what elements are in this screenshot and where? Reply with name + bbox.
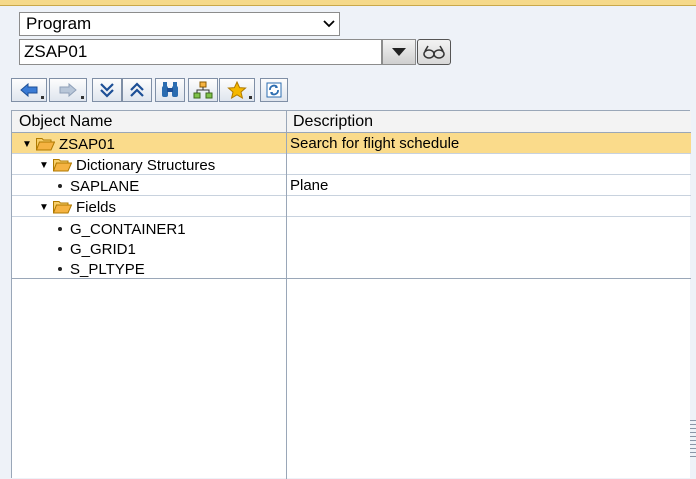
tree-row[interactable]: S_PLTYPE <box>12 258 691 279</box>
leaf-bullet-icon <box>58 227 62 231</box>
expand-triangle-icon[interactable]: ▼ <box>22 139 32 150</box>
leaf-bullet-icon <box>58 184 62 188</box>
tree-row-name: Dictionary Structures <box>76 156 216 174</box>
open-folder-icon <box>36 138 55 151</box>
expand-triangle-icon[interactable]: ▼ <box>39 202 49 213</box>
tree-row-description: Plane <box>290 177 329 194</box>
resize-grip[interactable] <box>690 420 696 460</box>
find-button[interactable] <box>155 78 185 102</box>
object-name-dropdown-button[interactable] <box>382 39 416 65</box>
tree-row[interactable]: G_CONTAINER1 <box>12 218 691 239</box>
tree-row[interactable]: G_GRID1 <box>12 238 691 259</box>
object-type-value: Program <box>26 14 92 33</box>
open-folder-icon <box>53 159 72 172</box>
collapse-subtree-button[interactable] <box>122 78 152 102</box>
leaf-bullet-icon <box>58 247 62 251</box>
tree-row[interactable]: ▼ Dictionary Structures <box>12 154 691 175</box>
leaf-bullet-icon <box>58 267 62 271</box>
column-header-description[interactable]: Description <box>293 113 373 131</box>
tree-row[interactable]: ▼ Fields <box>12 196 691 217</box>
back-button[interactable] <box>11 78 47 102</box>
column-header-object-name[interactable]: Object Name <box>19 113 112 131</box>
top-strip <box>0 0 696 6</box>
chevron-down-icon <box>319 17 339 31</box>
binoculars-icon <box>162 82 178 97</box>
collapse-subtree-icon <box>130 82 144 97</box>
display-glasses-button[interactable] <box>417 39 451 65</box>
expand-triangle-icon[interactable]: ▼ <box>39 160 49 171</box>
glasses-icon <box>423 45 445 59</box>
back-arrow-icon <box>20 83 38 97</box>
tree-row-name: ZSAP01 <box>59 135 115 153</box>
favorites-button[interactable] <box>219 78 255 102</box>
hierarchy-button[interactable] <box>188 78 218 102</box>
tree-row-name: SAPLANE <box>70 177 140 195</box>
object-type-select[interactable]: Program <box>19 12 340 36</box>
object-name-input[interactable]: ZSAP01 <box>19 39 382 65</box>
tree-row-name: G_GRID1 <box>70 240 136 258</box>
object-tree: Object Name Description ▼ ZSAP01 Search … <box>11 110 691 479</box>
open-folder-icon <box>53 201 72 214</box>
dropdown-triangle-icon <box>392 48 406 56</box>
refresh-icon <box>266 82 282 98</box>
column-separator[interactable] <box>286 111 287 479</box>
expand-subtree-icon <box>100 83 114 98</box>
tree-row[interactable]: ▼ ZSAP01 Search for flight schedule <box>12 133 691 154</box>
tree-row[interactable]: SAPLANE Plane <box>12 175 691 196</box>
tree-row-description: Search for flight schedule <box>290 135 460 152</box>
tree-row-name: S_PLTYPE <box>70 260 145 278</box>
forward-button[interactable] <box>49 78 87 102</box>
refresh-button[interactable] <box>260 78 288 102</box>
tree-row-name: Fields <box>76 198 117 216</box>
tree-header: Object Name Description <box>12 111 691 133</box>
forward-arrow-icon <box>59 83 77 97</box>
hierarchy-icon <box>193 81 213 99</box>
expand-subtree-button[interactable] <box>92 78 122 102</box>
favorites-star-icon <box>227 81 247 99</box>
tree-row-name: G_CONTAINER1 <box>70 220 186 238</box>
